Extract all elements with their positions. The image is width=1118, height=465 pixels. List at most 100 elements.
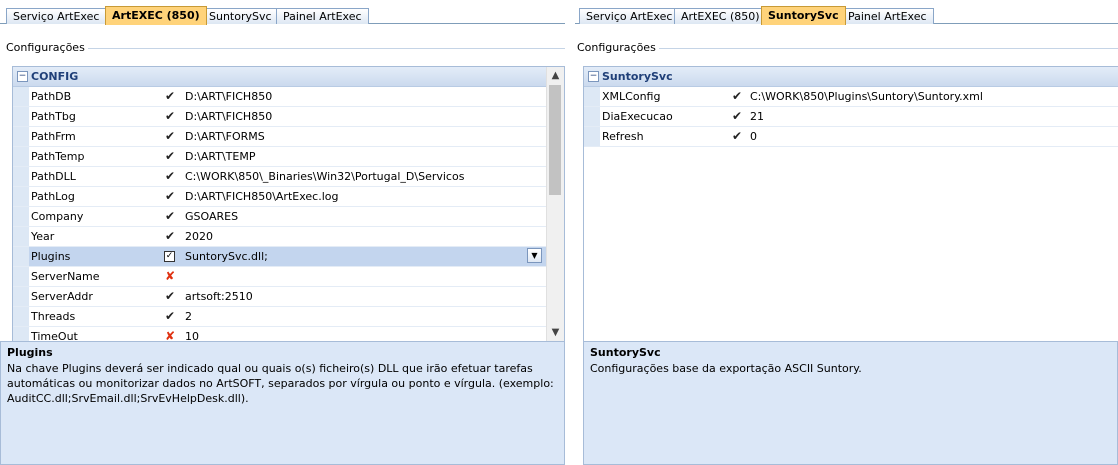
category-label: SuntorySvc (602, 70, 673, 83)
property-name: ServerName (31, 270, 100, 283)
property-row[interactable]: ServerName ✘ (13, 267, 546, 287)
property-value[interactable]: 2020 (185, 227, 213, 246)
row-indent (584, 127, 600, 146)
tab-strip: Serviço ArtExec ArtEXEC (850) SuntorySvc… (0, 0, 565, 25)
property-row[interactable]: PathDLL ✔ C:\WORK\850\_Binaries\Win32\Port… (13, 167, 546, 187)
property-row[interactable]: Company ✔ GSOARES (13, 207, 546, 227)
property-row[interactable]: Year ✔ 2020 (13, 227, 546, 247)
property-value[interactable]: 0 (750, 127, 757, 146)
property-grid-body: − CONFIG PathDB ✔ D:\ART\FICH850 PathTbg ✔ D:… (13, 67, 546, 341)
property-name: PathDB (31, 90, 72, 103)
help-title: SuntorySvc (590, 346, 661, 359)
tab-suntorysvc[interactable]: SuntorySvc (761, 6, 846, 25)
property-value[interactable]: D:\ART\FICH850 (185, 87, 272, 106)
row-indent (13, 247, 29, 266)
property-name: PathTbg (31, 110, 76, 123)
property-row[interactable]: PathLog ✔ D:\ART\FICH850\ArtExec.log (13, 187, 546, 207)
property-row[interactable]: Refresh ✔ 0 (584, 127, 1118, 147)
property-name: Threads (31, 310, 76, 323)
property-value[interactable]: 2 (185, 307, 192, 326)
property-name: Company (31, 210, 84, 223)
property-row[interactable]: Plugins ✓ SuntorySvc.dll; ▼ (13, 247, 546, 267)
check-icon: ✔ (164, 129, 176, 143)
tab-painel-artexec[interactable]: Painel ArtExec (276, 8, 369, 24)
property-row[interactable]: TimeOut ✘ 10 (13, 327, 546, 341)
category-row-config[interactable]: − CONFIG (13, 67, 546, 87)
collapse-icon[interactable]: − (17, 71, 28, 82)
collapse-icon[interactable]: − (588, 71, 599, 82)
check-icon: ✔ (164, 109, 176, 123)
group-label: Configurações (577, 41, 659, 54)
property-name: Year (31, 230, 55, 243)
tab-suntorysvc[interactable]: SuntorySvc (202, 8, 279, 24)
property-value[interactable]: D:\ART\FORMS (185, 127, 265, 146)
vertical-scrollbar[interactable]: ▲ ▼ (546, 67, 564, 341)
check-icon: ✔ (164, 189, 176, 203)
property-value[interactable]: GSOARES (185, 207, 238, 226)
tab-servico-artexec[interactable]: Serviço ArtExec (579, 8, 680, 24)
category-row-suntorysvc[interactable]: − SuntorySvc (584, 67, 1118, 87)
property-row[interactable]: XMLConfig ✔ C:\WORK\850\Plugins\Suntory\Su… (584, 87, 1118, 107)
check-icon: ✔ (731, 129, 743, 143)
property-value[interactable]: D:\ART\TEMP (185, 147, 255, 166)
row-indent (13, 307, 29, 326)
property-name: Plugins (31, 250, 71, 263)
row-indent (13, 147, 29, 166)
tab-painel-artexec[interactable]: Painel ArtExec (841, 8, 934, 24)
row-indent (13, 187, 29, 206)
row-indent (13, 167, 29, 186)
property-name: TimeOut (31, 330, 78, 341)
row-indent (584, 87, 600, 106)
scroll-thumb[interactable] (549, 85, 561, 195)
group-label: Configurações (6, 41, 88, 54)
cross-icon: ✘ (164, 269, 176, 283)
right-panel: Serviço ArtExec ArtEXEC (850) SuntorySvc… (575, 0, 1118, 465)
row-indent (13, 287, 29, 306)
row-indent (584, 107, 600, 126)
category-label: CONFIG (31, 70, 79, 83)
scroll-down-icon[interactable]: ▼ (547, 324, 564, 341)
check-icon: ✔ (164, 89, 176, 103)
tab-artexec-850[interactable]: ArtEXEC (850) (105, 6, 207, 25)
property-name: PathLog (31, 190, 75, 203)
chevron-down-icon[interactable]: ▼ (527, 248, 542, 263)
checkbox-icon[interactable]: ✓ (164, 251, 175, 262)
property-value[interactable]: artsoft:2510 (185, 287, 253, 306)
property-value[interactable]: D:\ART\FICH850\ArtExec.log (185, 187, 338, 206)
property-row[interactable]: PathTbg ✔ D:\ART\FICH850 (13, 107, 546, 127)
property-value[interactable]: D:\ART\FICH850 (185, 107, 272, 126)
property-value[interactable]: 10 (185, 327, 199, 341)
property-value[interactable]: 21 (750, 107, 764, 126)
property-name: Refresh (602, 130, 644, 143)
scroll-up-icon[interactable]: ▲ (547, 67, 564, 84)
check-icon: ✔ (731, 89, 743, 103)
help-text: Na chave Plugins deverá ser indicado qua… (7, 362, 554, 405)
property-name: PathFrm (31, 130, 76, 143)
row-indent (13, 207, 29, 226)
row-indent (13, 107, 29, 126)
row-indent (13, 87, 29, 106)
check-icon: ✔ (164, 309, 176, 323)
property-row[interactable]: DiaExecucao ✔ 21 (584, 107, 1118, 127)
property-value[interactable]: C:\WORK\850\_Binaries\Win32\Portugal_D\S… (185, 167, 464, 186)
property-row[interactable]: PathDB ✔ D:\ART\FICH850 (13, 87, 546, 107)
tab-servico-artexec[interactable]: Serviço ArtExec (6, 8, 107, 24)
help-title: Plugins (7, 346, 53, 359)
property-row[interactable]: PathTemp ✔ D:\ART\TEMP (13, 147, 546, 167)
panel-separator (565, 0, 575, 465)
tab-artexec-850[interactable]: ArtEXEC (850) (674, 8, 767, 24)
property-row[interactable]: Threads ✔ 2 (13, 307, 546, 327)
property-row[interactable]: ServerAddr ✔ artsoft:2510 (13, 287, 546, 307)
property-value[interactable]: C:\WORK\850\Plugins\Suntory\Suntory.xml (750, 87, 983, 106)
property-name: ServerAddr (31, 290, 93, 303)
group-line (6, 48, 565, 49)
property-row[interactable]: PathFrm ✔ D:\ART\FORMS (13, 127, 546, 147)
property-name: PathDLL (31, 170, 76, 183)
property-grid-body: − SuntorySvc XMLConfig ✔ C:\WORK\850\Plugi… (584, 67, 1118, 341)
check-icon: ✔ (164, 289, 176, 303)
help-panel: SuntorySvc Configurações base da exporta… (583, 341, 1118, 465)
cross-icon: ✘ (164, 329, 176, 341)
property-grid: − SuntorySvc XMLConfig ✔ C:\WORK\850\Plugi… (583, 66, 1118, 342)
property-value[interactable]: SuntorySvc.dll; (185, 247, 268, 266)
check-icon: ✔ (164, 169, 176, 183)
